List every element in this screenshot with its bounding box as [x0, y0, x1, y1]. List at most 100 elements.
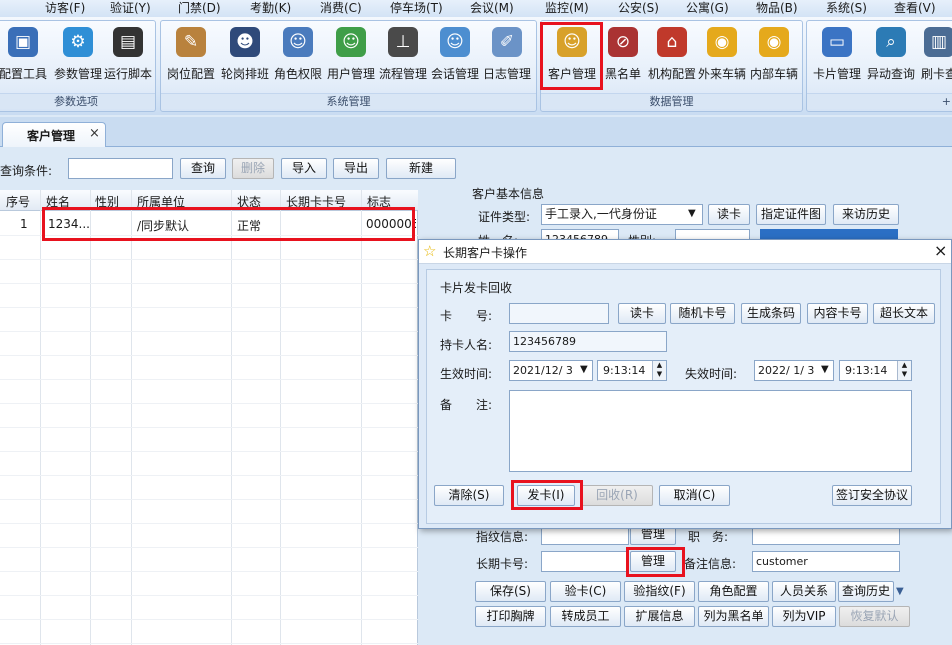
monitor-icon: ▣	[8, 27, 38, 57]
save-button[interactable]: 保存(S)	[475, 581, 546, 602]
external-vehicle-button[interactable]: ◉ 外来车辆	[697, 27, 747, 87]
menu-goods[interactable]: 物品(B)	[756, 0, 798, 17]
run-script-button[interactable]: ▤ 运行脚本	[103, 27, 153, 87]
menu-attendance[interactable]: 考勤(K)	[250, 0, 291, 17]
shift-schedule-button[interactable]: ☻ 轮岗排班	[221, 27, 269, 87]
tools-icon: ✎	[176, 27, 206, 57]
chevron-down-icon[interactable]: ▼	[896, 586, 904, 597]
swipe-query-button[interactable]: ▥ 刷卡查	[917, 27, 952, 87]
random-card-button[interactable]: 随机卡号	[670, 303, 735, 324]
extend-info-button[interactable]: 扩展信息	[624, 606, 695, 627]
customer-grid: 序号 姓名 性别 所属单位 状态 长期卡卡号 标志 1 1234... /同步默…	[0, 190, 418, 645]
car-icon: ◉	[759, 27, 789, 57]
org-config-button[interactable]: ⌂ 机构配置	[647, 27, 697, 87]
document-tabs: 客户管理 ×	[0, 117, 952, 147]
holder-field[interactable]: 123456789	[509, 331, 667, 352]
highlight-customer-manage	[540, 22, 603, 90]
idtype-select[interactable]: 手工录入,一代身份证	[541, 204, 703, 225]
blacklist-button[interactable]: ⊘ 黑名单	[601, 27, 645, 87]
cancel-button[interactable]: 取消(C)	[659, 485, 730, 506]
menu-verify[interactable]: 验证(Y)	[110, 0, 151, 17]
restore-default-button[interactable]: 恢复默认	[839, 606, 910, 627]
menu-access[interactable]: 门禁(D)	[178, 0, 221, 17]
long-text-button[interactable]: 超长文本	[873, 303, 935, 324]
post-config-button[interactable]: ✎ 岗位配置	[167, 27, 215, 87]
card-manage-button[interactable]: ▭ 卡片管理	[811, 27, 863, 87]
verify-fingerprint-button[interactable]: 验指纹(F)	[624, 581, 695, 602]
holder-label: 持卡人名:	[440, 338, 493, 352]
verify-card-button[interactable]: 验卡(C)	[550, 581, 621, 602]
remark-field[interactable]: customer	[752, 551, 900, 572]
query-history-button[interactable]: 查询历史	[838, 581, 894, 602]
menu-visitor[interactable]: 访客(F)	[45, 0, 85, 17]
chevron-down-icon: ▼	[688, 208, 696, 219]
new-button[interactable]: 新建	[386, 158, 456, 179]
dialog-title: 长期客户卡操作	[443, 246, 528, 260]
menu-meeting[interactable]: 会议(M)	[470, 0, 514, 17]
org-chart-icon: ⊥	[388, 27, 418, 57]
make-vip-button[interactable]: 列为VIP	[772, 606, 836, 627]
menu-bar: 访客(F) 验证(Y) 门禁(D) 考勤(K) 消费(C) 停车场(T) 会议(…	[0, 0, 952, 17]
menu-parking[interactable]: 停车场(T)	[390, 0, 443, 17]
tab-customer-manage[interactable]: 客户管理 ×	[2, 122, 106, 147]
job-label: 职 务:	[688, 530, 729, 544]
query-button[interactable]: 查询	[180, 158, 226, 179]
close-icon[interactable]: ×	[934, 241, 947, 260]
stepper-icon[interactable]: ▲ ▼	[652, 361, 666, 380]
delete-button[interactable]: 删除	[232, 158, 274, 179]
log-manage-button[interactable]: ✐ 日志管理	[483, 27, 531, 87]
long-card-field[interactable]	[541, 551, 629, 572]
highlight-grid-row	[42, 207, 415, 241]
dialog-titlebar: ☆ 长期客户卡操作 ×	[419, 240, 951, 264]
role-config-button[interactable]: 角色配置	[698, 581, 769, 602]
house-icon: ⌂	[657, 27, 687, 57]
read-card-button[interactable]: 读卡	[708, 204, 750, 225]
change-query-button[interactable]: ⌕ 异动查询	[865, 27, 917, 87]
add-blacklist-button[interactable]: 列为黑名单	[698, 606, 769, 627]
menu-apartment[interactable]: 公寓(G)	[686, 0, 729, 17]
query-label: 查询条件:	[0, 164, 53, 178]
close-icon[interactable]: ×	[89, 126, 100, 141]
specify-id-image-button[interactable]: 指定证件图	[756, 204, 826, 225]
sign-agreement-button[interactable]: 签订安全协议	[832, 485, 912, 506]
session-manage-button[interactable]: ☺ 会话管理	[431, 27, 479, 87]
menu-system[interactable]: 系统(S)	[826, 0, 867, 17]
card-number-input[interactable]	[509, 303, 609, 324]
user-manage-button[interactable]: ☺ 用户管理	[327, 27, 375, 87]
menu-consume[interactable]: 消费(C)	[320, 0, 362, 17]
stepper-icon[interactable]: ▲ ▼	[897, 361, 911, 380]
menu-police[interactable]: 公安(S)	[618, 0, 659, 17]
config-tool-button[interactable]: ▣ 配置工具	[0, 27, 47, 87]
note-label: 备 注:	[440, 398, 493, 412]
note-textarea[interactable]	[509, 390, 912, 472]
chevron-down-icon[interactable]: ▼	[580, 364, 588, 375]
recycle-button[interactable]: 回收(R)	[581, 485, 653, 506]
param-manage-button[interactable]: ⚙ 参数管理	[53, 27, 103, 87]
section-title: 卡片发卡回收	[440, 281, 513, 295]
import-button[interactable]: 导入	[281, 158, 327, 179]
clear-button[interactable]: 清除(S)	[434, 485, 504, 506]
role-permission-button[interactable]: ☺ 角色权限	[274, 27, 322, 87]
card-icon: ▭	[822, 27, 852, 57]
col-index[interactable]: 序号	[6, 193, 30, 210]
menu-view[interactable]: 查看(V)	[894, 0, 936, 17]
export-button[interactable]: 导出	[333, 158, 379, 179]
dialog-read-card-button[interactable]: 读卡	[618, 303, 666, 324]
log-icon: ✐	[492, 27, 522, 57]
end-time-picker[interactable]: 9:13:14 ▲ ▼	[839, 360, 912, 381]
users-icon: ☺	[283, 27, 313, 57]
query-input[interactable]	[68, 158, 173, 179]
flow-manage-button[interactable]: ⊥ 流程管理	[379, 27, 427, 87]
gen-barcode-button[interactable]: 生成条码	[741, 303, 801, 324]
relations-button[interactable]: 人员关系	[772, 581, 836, 602]
visit-history-button[interactable]: 来访历史	[833, 204, 899, 225]
menu-monitor[interactable]: 监控(M)	[545, 0, 589, 17]
ribbon-group-card: ▭ 卡片管理 ⌕ 异动查询 ▥ 刷卡查 +	[806, 20, 952, 112]
internal-vehicle-button[interactable]: ◉ 内部车辆	[749, 27, 799, 87]
print-badge-button[interactable]: 打印胸牌	[475, 606, 546, 627]
end-time-label: 失效时间:	[685, 367, 738, 381]
to-employee-button[interactable]: 转成员工	[550, 606, 621, 627]
content-card-button[interactable]: 内容卡号	[807, 303, 868, 324]
start-time-picker[interactable]: 9:13:14 ▲ ▼	[597, 360, 667, 381]
chevron-down-icon[interactable]: ▼	[821, 364, 829, 375]
